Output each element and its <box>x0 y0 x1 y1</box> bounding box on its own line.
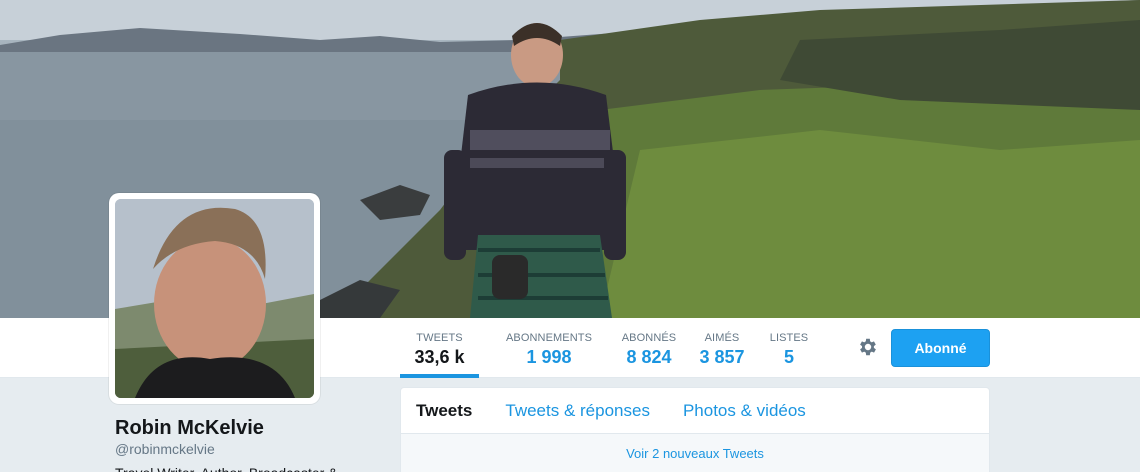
tab-photos-videos[interactable]: Photos & vidéos <box>683 401 806 421</box>
profile-name[interactable]: Robin McKelvie <box>115 416 264 440</box>
tab-tweets-replies[interactable]: Tweets & réponses <box>505 401 650 421</box>
avatar[interactable] <box>109 193 320 404</box>
stat-lists[interactable]: LISTES 5 <box>764 318 814 378</box>
stat-value: 3 857 <box>699 347 745 367</box>
stat-following[interactable]: ABONNEMENTS 1 998 <box>491 318 607 378</box>
avatar-photo <box>115 199 314 398</box>
stat-value: 5 <box>783 347 794 367</box>
stat-value: 8 824 <box>626 347 672 367</box>
following-button[interactable]: Abonné <box>891 329 990 367</box>
timeline: Tweets Tweets & réponses Photos & vidéos… <box>400 387 990 472</box>
stat-likes[interactable]: AIMÉS 3 857 <box>695 318 749 378</box>
stat-followers[interactable]: ABONNÉS 8 824 <box>618 318 680 378</box>
gear-icon[interactable] <box>857 336 879 358</box>
timeline-tabs: Tweets Tweets & réponses Photos & vidéos <box>401 388 989 434</box>
tab-tweets[interactable]: Tweets <box>416 401 472 421</box>
stat-label: TWEETS <box>416 332 463 344</box>
profile-bio: Travel Writer, Author, Broadcaster & <box>115 464 375 472</box>
stat-label: AIMÉS <box>704 332 740 344</box>
stat-label: ABONNÉS <box>621 332 677 344</box>
stat-label: ABONNEMENTS <box>505 332 593 344</box>
stat-label: LISTES <box>769 332 809 344</box>
stat-value: 1 998 <box>526 347 572 367</box>
stat-value: 33,6 k <box>414 347 465 367</box>
new-tweets-bar[interactable]: Voir 2 nouveaux Tweets <box>401 434 989 472</box>
stat-tweets[interactable]: TWEETS 33,6 k <box>400 318 479 378</box>
profile-handle[interactable]: @robinmckelvie <box>115 441 215 457</box>
profile-stats: TWEETS 33,6 k ABONNEMENTS 1 998 ABONNÉS … <box>400 318 814 378</box>
